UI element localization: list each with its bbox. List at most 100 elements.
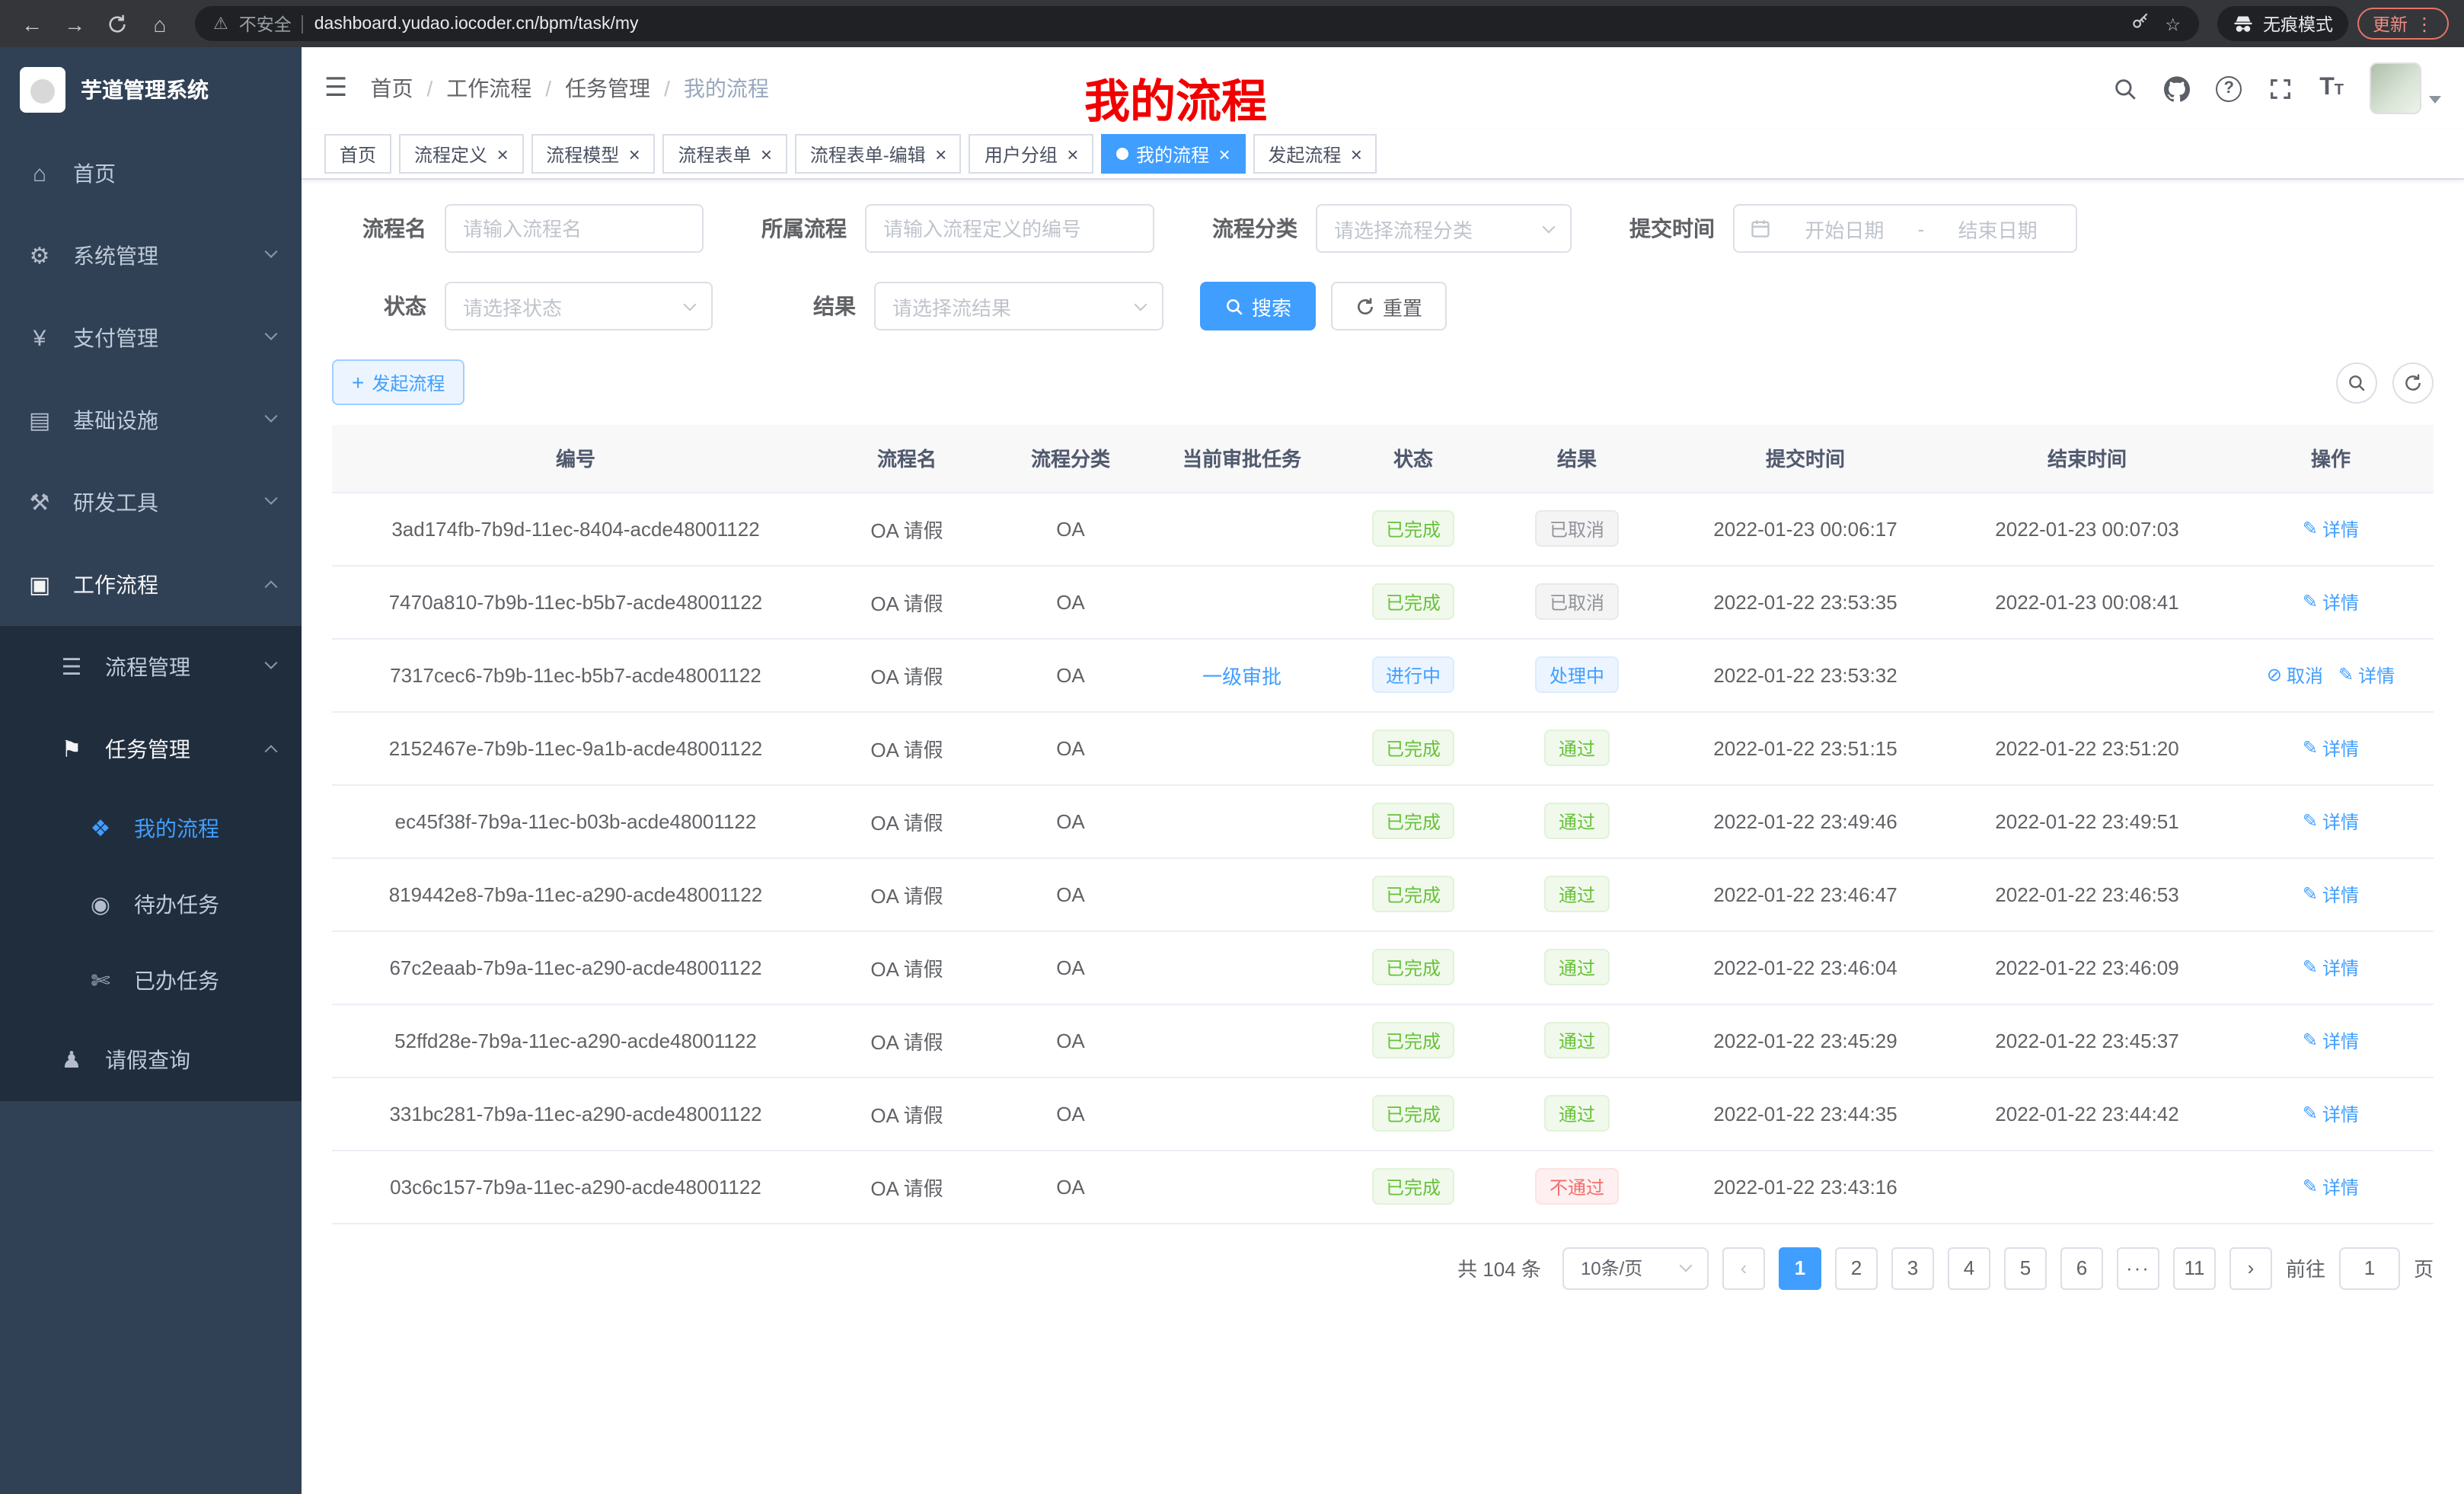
prev-page-button[interactable]: ‹: [1722, 1247, 1765, 1289]
search-icon[interactable]: [2112, 75, 2138, 101]
tab-close-icon[interactable]: ×: [935, 144, 946, 164]
detail-action-link[interactable]: ✎详情: [2303, 589, 2359, 615]
browser-menu-icon[interactable]: ⋮: [2415, 13, 2434, 34]
cell-process-category: OA: [994, 492, 1147, 565]
action-label: 详情: [2322, 808, 2359, 834]
tab-label: 我的流程: [1136, 141, 1209, 167]
detail-action-link[interactable]: ✎详情: [2338, 662, 2395, 688]
page-button-3[interactable]: 3: [1891, 1247, 1934, 1289]
status-select[interactable]: 请选择状态: [445, 282, 713, 330]
tab-close-icon[interactable]: ×: [761, 144, 772, 164]
create-process-label: 发起流程: [372, 369, 445, 395]
tab-用户分组[interactable]: 用户分组×: [969, 134, 1093, 174]
tab-close-icon[interactable]: ×: [1067, 144, 1078, 164]
user-menu[interactable]: [2370, 62, 2441, 114]
sidebar-item-task-management[interactable]: ⚑ 任务管理: [0, 708, 302, 790]
cancel-action-link[interactable]: ⊘取消: [2267, 662, 2323, 688]
tab-首页[interactable]: 首页: [324, 134, 391, 174]
sidebar-item-my-process[interactable]: ❖ 我的流程: [0, 790, 302, 867]
page-button-11[interactable]: 11: [2173, 1247, 2216, 1289]
current-task-link[interactable]: 一级审批: [1202, 665, 1281, 688]
goto-page-input[interactable]: [2339, 1247, 2400, 1289]
bookmark-star-icon[interactable]: ☆: [2165, 13, 2181, 34]
filter-row-1: 流程名 所属流程 流程分类 请选择流程分类: [332, 204, 2434, 253]
sidebar-item-infrastructure[interactable]: ▤ 基础设施: [0, 379, 302, 461]
tab-流程表单[interactable]: 流程表单×: [662, 134, 787, 174]
sidebar-item-home[interactable]: ⌂ 首页: [0, 132, 302, 215]
action-label: 详情: [2322, 881, 2359, 907]
page-button-4[interactable]: 4: [1948, 1247, 1990, 1289]
github-icon[interactable]: [2164, 75, 2190, 101]
cell-current-task: [1147, 1150, 1337, 1223]
detail-action-link[interactable]: ✎详情: [2303, 516, 2359, 541]
password-key-icon[interactable]: [2130, 11, 2150, 36]
next-page-button[interactable]: ›: [2229, 1247, 2272, 1289]
sidebar-item-todo-tasks[interactable]: ◉ 待办任务: [0, 867, 302, 943]
detail-action-link[interactable]: ✎详情: [2303, 735, 2359, 761]
browser-reload-button[interactable]: [101, 7, 134, 40]
fullscreen-icon[interactable]: [2268, 75, 2293, 101]
parent-process-input[interactable]: [865, 204, 1154, 253]
cell-operations: ✎详情: [2228, 492, 2434, 565]
page-button-2[interactable]: 2: [1835, 1247, 1878, 1289]
tab-close-icon[interactable]: ×: [1350, 144, 1361, 164]
breadcrumb-workflow[interactable]: 工作流程: [446, 73, 531, 104]
help-icon[interactable]: ?: [2216, 75, 2242, 101]
sidebar-item-payment-management[interactable]: ¥ 支付管理: [0, 297, 302, 379]
detail-action-link[interactable]: ✎详情: [2303, 1173, 2359, 1199]
submit-time-range-picker[interactable]: 开始日期 - 结束日期: [1733, 204, 2077, 253]
tab-我的流程[interactable]: 我的流程 ×: [1101, 134, 1245, 174]
browser-forward-button[interactable]: →: [58, 7, 91, 40]
tab-流程定义[interactable]: 流程定义×: [399, 134, 523, 174]
browser-back-button[interactable]: ←: [15, 7, 49, 40]
cell-process-id: 3ad174fb-7b9d-11ec-8404-acde48001122: [332, 492, 819, 565]
tab-流程模型[interactable]: 流程模型×: [531, 134, 655, 174]
breadcrumb-home[interactable]: 首页: [371, 73, 413, 104]
sidebar-item-label: 研发工具: [73, 487, 247, 518]
result-badge: 通过: [1545, 803, 1609, 839]
search-button[interactable]: 搜索: [1200, 282, 1316, 330]
tab-close-icon[interactable]: ×: [496, 144, 508, 164]
pager-ellipsis[interactable]: ···: [2117, 1247, 2159, 1289]
sidebar-item-label: 基础设施: [73, 405, 247, 436]
category-select[interactable]: 请选择流程分类: [1316, 204, 1572, 253]
sidebar-item-dev-tools[interactable]: ⚒ 研发工具: [0, 461, 302, 544]
detail-action-link[interactable]: ✎详情: [2303, 1027, 2359, 1053]
sidebar-item-workflow[interactable]: ▣ 工作流程: [0, 544, 302, 626]
sidebar-item-leave-query[interactable]: ♟ 请假查询: [0, 1019, 302, 1101]
update-button[interactable]: 更新 ⋮: [2357, 8, 2449, 40]
page-size-select[interactable]: 10条/页: [1562, 1247, 1709, 1289]
app-logo: [20, 67, 65, 113]
browser-home-button[interactable]: ⌂: [143, 7, 177, 40]
detail-action-link[interactable]: ✎详情: [2303, 1100, 2359, 1126]
sidebar-item-done-tasks[interactable]: ✄ 已办任务: [0, 943, 302, 1019]
detail-action-link[interactable]: ✎详情: [2303, 954, 2359, 980]
avatar[interactable]: [2370, 62, 2421, 114]
page-button-6[interactable]: 6: [2060, 1247, 2103, 1289]
sidebar-item-system-management[interactable]: ⚙ 系统管理: [0, 215, 302, 297]
status-badge: 已完成: [1372, 1022, 1454, 1058]
create-process-button[interactable]: + 发起流程: [332, 359, 464, 405]
font-size-icon[interactable]: TT: [2319, 76, 2344, 101]
show-search-button[interactable]: [2336, 362, 2377, 403]
status-badge: 进行中: [1372, 656, 1454, 693]
reset-button[interactable]: 重置: [1331, 282, 1447, 330]
detail-action-link[interactable]: ✎详情: [2303, 881, 2359, 907]
page-button-5[interactable]: 5: [2004, 1247, 2047, 1289]
detail-action-link[interactable]: ✎详情: [2303, 808, 2359, 834]
pagination: 共 104 条 10条/页 ‹ 123456···11 › 前往 页: [332, 1247, 2434, 1320]
sidebar-item-process-management[interactable]: ☰ 流程管理: [0, 626, 302, 708]
refresh-table-button[interactable]: [2392, 362, 2434, 403]
address-bar[interactable]: ⚠ 不安全 dashboard.yudao.iocoder.cn/bpm/tas…: [195, 6, 2199, 41]
tab-流程表单-编辑[interactable]: 流程表单-编辑×: [795, 134, 962, 174]
process-name-input[interactable]: [445, 204, 704, 253]
hamburger-icon[interactable]: ☰: [324, 73, 348, 104]
tab-close-icon[interactable]: ×: [628, 144, 640, 164]
page-button-1[interactable]: 1: [1779, 1247, 1821, 1289]
cell-operations: ✎详情: [2228, 857, 2434, 931]
tab-发起流程[interactable]: 发起流程×: [1253, 134, 1377, 174]
end-time: 2022-01-22 23:49:51: [1995, 809, 2178, 832]
result-select[interactable]: 请选择流结果: [874, 282, 1163, 330]
breadcrumb-task-management[interactable]: 任务管理: [565, 73, 650, 104]
tab-close-icon[interactable]: ×: [1218, 144, 1230, 164]
